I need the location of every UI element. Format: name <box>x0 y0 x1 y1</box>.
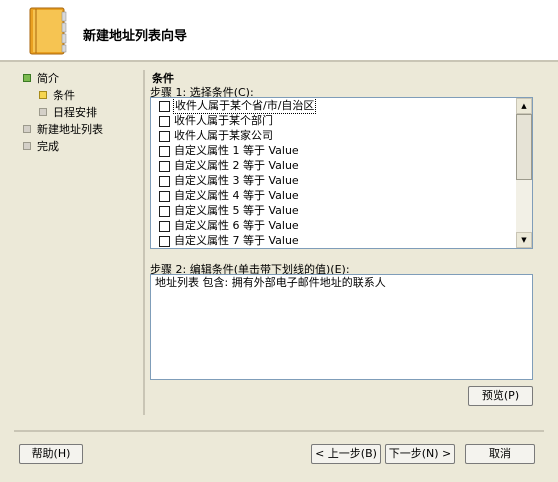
condition-checkbox[interactable] <box>159 191 170 202</box>
step-pending-icon <box>23 125 31 133</box>
nav-step-new-list: 新建地址列表 <box>23 121 143 138</box>
nav-step-label: 完成 <box>37 140 59 153</box>
preview-button[interactable]: 预览(P) <box>468 386 533 406</box>
list-item[interactable]: 自定义属性 1 等于 Value <box>151 143 516 158</box>
list-item[interactable]: 自定义属性 7 等于 Value <box>151 233 516 248</box>
condition-checkbox[interactable] <box>159 206 170 217</box>
condition-checkbox[interactable] <box>159 236 170 247</box>
page-title: 新建地址列表向导 <box>83 29 188 44</box>
condition-label: 自定义属性 1 等于 Value <box>174 144 299 157</box>
nav-step-label: 新建地址列表 <box>37 123 103 136</box>
nav-step-intro: 简介 <box>23 70 143 87</box>
vertical-scrollbar[interactable]: ▲ ▼ <box>516 98 532 248</box>
scroll-thumb[interactable] <box>516 114 532 180</box>
footer-divider <box>14 430 544 432</box>
help-button[interactable]: 帮助(H) <box>19 444 83 464</box>
condition-label: 收件人属于某个部门 <box>174 114 273 127</box>
conditions-list: 收件人属于某个省/市/自治区 收件人属于某个部门 收件人属于某家公司 自定义属性… <box>151 98 516 248</box>
condition-label: 自定义属性 3 等于 Value <box>174 174 299 187</box>
arrow-up-icon: ▲ <box>521 102 527 110</box>
condition-label: 自定义属性 2 等于 Value <box>174 159 299 172</box>
condition-description-box[interactable]: 地址列表 包含: 拥有外部电子邮件地址的联系人 <box>150 274 533 380</box>
condition-checkbox[interactable] <box>159 101 170 112</box>
condition-label: 收件人属于某个省/市/自治区 <box>172 98 317 114</box>
nav-step-label: 简介 <box>37 72 59 85</box>
condition-label: 自定义属性 4 等于 Value <box>174 189 299 202</box>
condition-checkbox[interactable] <box>159 221 170 232</box>
condition-checkbox[interactable] <box>159 146 170 157</box>
list-item[interactable]: 自定义属性 6 等于 Value <box>151 218 516 233</box>
conditions-listbox[interactable]: 收件人属于某个省/市/自治区 收件人属于某个部门 收件人属于某家公司 自定义属性… <box>150 97 533 249</box>
arrow-down-icon: ▼ <box>521 236 527 244</box>
condition-checkbox[interactable] <box>159 161 170 172</box>
condition-label: 收件人属于某家公司 <box>174 129 273 142</box>
nav-step-label: 条件 <box>53 89 75 102</box>
condition-label: 自定义属性 5 等于 Value <box>174 204 299 217</box>
wizard-steps-nav: 简介 条件 日程安排 新建地址列表 完成 <box>23 70 143 155</box>
address-book-icon <box>29 7 67 55</box>
condition-description: 地址列表 包含: 拥有外部电子邮件地址的联系人 <box>155 276 386 289</box>
step-complete-icon <box>23 74 31 82</box>
header-divider <box>0 60 558 62</box>
list-item[interactable]: 收件人属于某家公司 <box>151 128 516 143</box>
scroll-down-button[interactable]: ▼ <box>516 232 532 248</box>
cancel-button[interactable]: 取消 <box>465 444 535 464</box>
nav-step-schedule: 日程安排 <box>23 104 143 121</box>
list-item[interactable]: 自定义属性 4 等于 Value <box>151 188 516 203</box>
list-item[interactable]: 自定义属性 3 等于 Value <box>151 173 516 188</box>
nav-step-label: 日程安排 <box>53 106 97 119</box>
nav-step-conditions: 条件 <box>23 87 143 104</box>
step-pending-icon <box>23 142 31 150</box>
condition-checkbox[interactable] <box>159 176 170 187</box>
back-button[interactable]: < 上一步(B) <box>311 444 381 464</box>
list-item[interactable]: 自定义属性 2 等于 Value <box>151 158 516 173</box>
condition-checkbox[interactable] <box>159 116 170 127</box>
list-item[interactable]: 收件人属于某个部门 <box>151 113 516 128</box>
condition-label: 自定义属性 7 等于 Value <box>174 234 299 247</box>
wizard-header: 新建地址列表向导 <box>0 0 558 60</box>
scroll-up-button[interactable]: ▲ <box>516 98 532 114</box>
nav-step-finish: 完成 <box>23 138 143 155</box>
step-pending-icon <box>39 108 47 116</box>
condition-checkbox[interactable] <box>159 131 170 142</box>
condition-label: 自定义属性 6 等于 Value <box>174 219 299 232</box>
next-button[interactable]: 下一步(N) > <box>385 444 455 464</box>
nav-divider <box>143 70 145 415</box>
step-current-icon <box>39 91 47 99</box>
list-item[interactable]: 自定义属性 5 等于 Value <box>151 203 516 218</box>
list-item[interactable]: 收件人属于某个省/市/自治区 <box>151 98 516 114</box>
